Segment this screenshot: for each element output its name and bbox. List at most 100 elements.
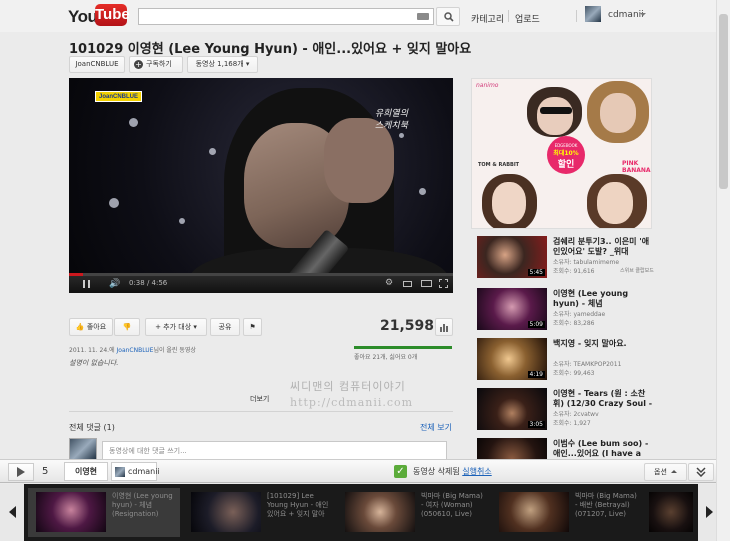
duration: 5:09 bbox=[527, 321, 545, 328]
playlist-play-button[interactable] bbox=[8, 463, 34, 481]
like-label: 좋아요 bbox=[86, 323, 107, 331]
playlist-thumbnail bbox=[649, 492, 693, 532]
playlist-tab-user[interactable]: cdmanii bbox=[111, 462, 160, 481]
options-button[interactable]: 옵션 bbox=[644, 463, 687, 481]
playlist-count: 5 bbox=[42, 466, 49, 477]
double-chevron-down-icon bbox=[696, 467, 706, 478]
related-thumbnail: 3:05 bbox=[477, 388, 547, 430]
like-button[interactable]: 👍 좋아요 bbox=[69, 318, 113, 336]
pause-icon[interactable] bbox=[83, 280, 90, 288]
discount-badge: EDGEBOOK 최대10% 할인 bbox=[547, 136, 585, 174]
bar-chart-icon bbox=[440, 324, 448, 332]
youtube-logo[interactable]: You Tube bbox=[68, 4, 130, 28]
channel-button[interactable]: JoanCNBLUE bbox=[69, 56, 125, 73]
upload-date: 2011. 11. 24.에 bbox=[69, 347, 117, 354]
nav-upload-link[interactable]: 업로드 bbox=[515, 12, 540, 25]
chevron-down-icon[interactable] bbox=[640, 13, 646, 16]
playlist-item[interactable] bbox=[645, 488, 695, 537]
check-icon: ✓ bbox=[394, 465, 407, 478]
playlist-item[interactable]: 이영현 (Lee young hyun) - 체념 (Resignation) bbox=[28, 488, 180, 537]
duration: 5:45 bbox=[527, 269, 545, 276]
chevron-right-icon bbox=[706, 506, 713, 518]
discount-big: 할인 bbox=[557, 160, 575, 170]
search-icon bbox=[444, 12, 454, 22]
related-video-item[interactable]: 5:45 검쉐리 분투기3.. 이은미 '애인있어요' 도발? _위대 소유자:… bbox=[477, 236, 717, 284]
fullscreen-icon[interactable] bbox=[439, 279, 448, 288]
options-label: 옵션 bbox=[654, 468, 667, 476]
upload-info: 2011. 11. 24.에 JoanCNBLUE님이 올린 동영상 bbox=[69, 345, 196, 354]
search-button[interactable] bbox=[436, 7, 460, 26]
playlist-item[interactable]: 빅마마 (Big Mama) - 여자 (Woman) (050610, Liv… bbox=[337, 488, 489, 537]
player-channel-logo: JoanCNBLUE bbox=[95, 91, 142, 102]
subscribe-label: 구독하기 bbox=[146, 60, 172, 68]
chevron-down-icon: ▾ bbox=[245, 60, 250, 68]
keyboard-icon[interactable] bbox=[417, 13, 429, 20]
progress-bar[interactable] bbox=[69, 273, 453, 276]
videos-label: 동영상 1,168개 bbox=[195, 60, 244, 68]
status-text: 동영상 삭제됨 bbox=[413, 467, 463, 476]
thumbs-up-icon: 👍 bbox=[75, 323, 85, 331]
discount-mid: 최대10% bbox=[553, 150, 579, 157]
user-avatar[interactable] bbox=[585, 6, 601, 22]
playlist-thumbnail bbox=[345, 492, 415, 532]
uploader-link[interactable]: JoanCNBLUE bbox=[117, 347, 154, 354]
caption-line: 유희열의 bbox=[374, 109, 408, 119]
related-thumbnail bbox=[477, 438, 547, 459]
ad-model-face bbox=[492, 182, 526, 224]
add-to-button[interactable]: + 추가 대상 ▾ bbox=[145, 318, 207, 336]
gear-icon[interactable]: ⚙ bbox=[385, 278, 393, 288]
username[interactable]: cdmanii bbox=[608, 10, 644, 20]
view-all-comments-link[interactable]: 전체 보기 bbox=[420, 422, 452, 433]
logo-tube-text: Tube bbox=[95, 4, 130, 26]
description-text: 설명이 없습니다. bbox=[69, 359, 119, 367]
share-button[interactable]: 공유 bbox=[210, 318, 240, 336]
nav-category-link[interactable]: 카테고리 bbox=[471, 12, 504, 25]
collapse-button[interactable] bbox=[688, 463, 714, 481]
bokeh-light bbox=[209, 148, 216, 155]
playlist-status: 동영상 삭제됨 실행취소 bbox=[413, 466, 492, 477]
related-meta: 소유자: tabulamimeme 조회수: 91,616 bbox=[553, 258, 619, 276]
volume-icon[interactable]: 🔊 bbox=[109, 279, 120, 289]
scroll-left-button[interactable] bbox=[0, 484, 24, 541]
player-controls: 🔊 0:38 / 4:56 ⚙ bbox=[69, 273, 453, 293]
related-video-item[interactable]: 3:05 이영현 - Tears (원 : 소찬휘) (12/30 Crazy … bbox=[477, 388, 717, 436]
player-show-caption: 유희열의 스케치북 bbox=[375, 108, 408, 132]
nav-divider bbox=[576, 10, 577, 22]
sidebar-ad[interactable]: nanimo EDGEBOOK 최대10% 할인 TOM & RABBIT PI… bbox=[471, 78, 652, 229]
play-icon bbox=[17, 467, 25, 477]
popout-icon[interactable] bbox=[403, 281, 412, 287]
show-more-button[interactable]: 더보기 bbox=[250, 394, 269, 404]
related-meta: 소유자: 2cvatwv 조회수: 1,927 bbox=[553, 410, 599, 428]
chevron-left-icon bbox=[9, 506, 16, 518]
section-divider bbox=[69, 411, 453, 412]
logo-you-text: You bbox=[68, 7, 98, 26]
video-player[interactable]: JoanCNBLUE 유희열의 스케치북 🔊 0:38 / 4:56 ⚙ bbox=[69, 78, 453, 293]
sunglasses bbox=[540, 107, 572, 114]
related-video-item[interactable]: 이범수 (Lee bum soo) - 애인...있어요 (I have a bbox=[477, 438, 717, 459]
comment-input[interactable]: 동영상에 대한 댓글 쓰기... bbox=[102, 441, 447, 461]
bokeh-light bbox=[399, 133, 404, 138]
playlist-tab-artist[interactable]: 이영현 bbox=[64, 462, 108, 481]
user-mini-avatar bbox=[115, 467, 125, 477]
theater-icon[interactable] bbox=[421, 280, 432, 287]
videos-dropdown-button[interactable]: 동영상 1,168개 ▾ bbox=[187, 56, 258, 73]
related-video-item[interactable]: 5:09 이영현 (Lee young hyun) - 체념 (Resignat… bbox=[477, 288, 717, 336]
search-input[interactable] bbox=[138, 8, 434, 25]
undo-link[interactable]: 실행취소 bbox=[462, 467, 491, 476]
subscribe-button[interactable]: + 구독하기 bbox=[129, 56, 183, 73]
playlist-item[interactable]: [101029] Lee Young Hyun - 애인 있어요 + 잊지 말아 bbox=[183, 488, 335, 537]
plus-icon: + bbox=[134, 60, 143, 69]
related-channel: 소유자: yameddae bbox=[553, 311, 606, 318]
related-thumbnail: 5:09 bbox=[477, 288, 547, 330]
scrollbar-thumb[interactable] bbox=[719, 14, 728, 189]
flag-button[interactable]: ⚑ bbox=[243, 318, 262, 336]
stats-button[interactable] bbox=[435, 318, 453, 336]
dislike-button[interactable]: 👎 bbox=[114, 318, 140, 336]
ad-pink-banana: PINK BANANA bbox=[622, 160, 651, 174]
progress-fill bbox=[69, 273, 83, 276]
related-thumbnail: 4:19 bbox=[477, 338, 547, 380]
page-scrollbar[interactable] bbox=[716, 0, 730, 541]
playlist-item[interactable]: 빅마마 (Big Mama) - 배반 (Betrayal) (071207, … bbox=[491, 488, 643, 537]
related-video-item[interactable]: 4:19 백지영 - 잊지 말아요. 소유자: TEAMKPOP2011 조회수:… bbox=[477, 338, 717, 386]
playlist-thumbnail bbox=[191, 492, 261, 532]
